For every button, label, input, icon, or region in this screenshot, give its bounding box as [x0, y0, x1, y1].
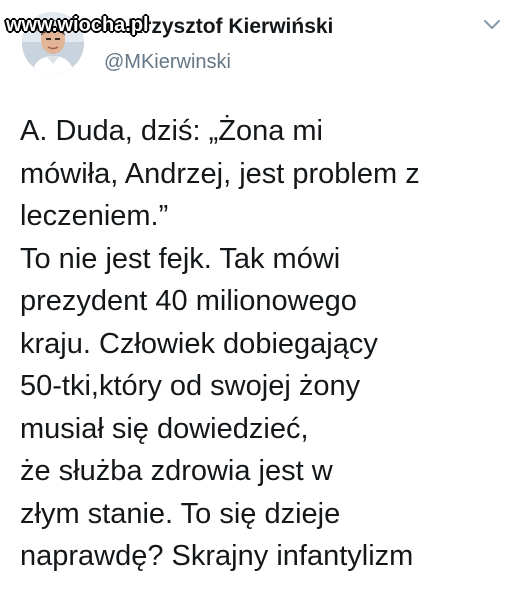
tweet-text-line: że służba zdrowia jest w [20, 455, 333, 487]
chevron-down-icon[interactable] [480, 12, 504, 36]
tweet-header: Krzysztof Kierwiński www.wiocha.pl @MKie… [0, 0, 514, 100]
tweet-text-line: A. Duda, dziś: „Żona mi [20, 115, 323, 147]
tweet-text: A. Duda, dziś: „Żona mi mówiła, Andrzej,… [20, 110, 510, 578]
tweet-text-line: 50-tki,który od swojej żony [20, 370, 361, 402]
tweet-text-line: mówiła, Andrzej, jest problem z [20, 157, 420, 190]
tweet-text-line: leczeniem.” [20, 200, 169, 232]
chevron-down-glyph [484, 20, 500, 29]
tweet-text-line: musiał się dowiedzieć, [20, 412, 309, 445]
tweet-text-line: kraju. Człowiek dobiegający [20, 327, 378, 360]
tweet-text-line: złym stanie. To się dzieje [20, 497, 341, 530]
tweet-card: Krzysztof Kierwiński www.wiocha.pl @MKie… [0, 0, 514, 600]
tweet-text-line: To nie jest fejk. Tak mówi [20, 242, 341, 275]
watermark-text: www.wiocha.pl [6, 14, 149, 36]
display-name[interactable]: Krzysztof Kierwiński [128, 15, 333, 39]
tweet-text-line: prezydent 40 milionowego [20, 285, 357, 317]
tweet-text-line: naprawdę? Skrajny infantylizm [20, 540, 414, 572]
user-handle[interactable]: @MKierwinski [104, 50, 231, 74]
